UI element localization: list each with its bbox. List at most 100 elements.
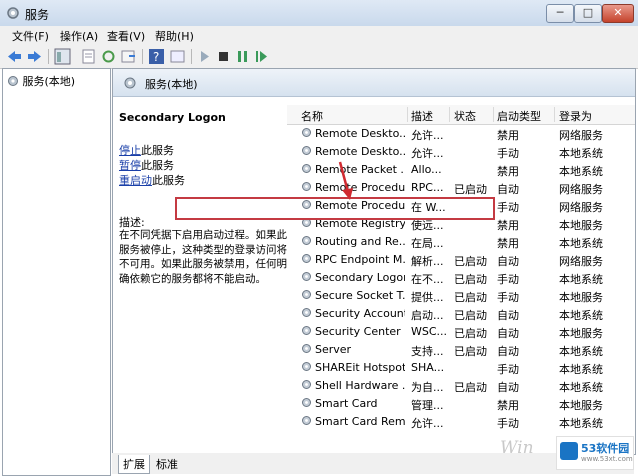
service-startup-type: 手动 [497, 417, 519, 430]
service-name: Secure Socket T... [315, 289, 405, 302]
column-header-description[interactable]: 描述 [411, 108, 433, 124]
service-name: Remote Deskto... [315, 145, 405, 158]
pane-header-label: 服务(本地) [145, 78, 198, 91]
column-header-status[interactable]: 状态 [454, 108, 476, 124]
service-startup-type: 手动 [497, 291, 519, 304]
column-header-startup-type[interactable]: 启动类型 [497, 108, 541, 124]
maximize-button[interactable]: □ [574, 4, 602, 23]
service-name: Server [315, 343, 352, 356]
service-gear-icon [302, 236, 311, 245]
service-status: 已启动 [454, 255, 487, 268]
export-list-icon[interactable] [120, 48, 137, 65]
service-log-on-as: 本地系统 [559, 309, 603, 322]
service-description: 解析... [411, 255, 444, 268]
service-description: 允许... [411, 129, 444, 142]
service-log-on-as: 网络服务 [559, 255, 603, 268]
service-startup-type: 自动 [497, 345, 519, 358]
service-row[interactable]: Smart Card 管理... 禁用 本地服务 [287, 394, 635, 412]
service-startup-type: 禁用 [497, 399, 519, 412]
service-gear-icon [302, 146, 311, 155]
services-pane: 服务(本地) Secondary Logon 停止此服务 暂停此服务 重启动此服… [112, 68, 636, 455]
service-row[interactable]: SHAREit Hotspot... SHA... 手动 本地系统 [287, 358, 635, 376]
service-row[interactable]: Secondary Logon 在不... 已启动 手动 本地系统 [287, 268, 635, 286]
menu-help[interactable]: 帮助(H) [155, 28, 194, 44]
services-gear-icon [7, 7, 19, 19]
tree-item-local-services[interactable]: 服务(本地) [7, 73, 75, 89]
service-log-on-as: 本地系统 [559, 165, 603, 178]
properties-icon[interactable] [80, 48, 97, 65]
service-log-on-as: 本地系统 [559, 237, 603, 250]
service-log-on-as: 网络服务 [559, 183, 603, 196]
service-row[interactable]: Routing and Re... 在局... 禁用 本地系统 [287, 232, 635, 250]
service-startup-type: 禁用 [497, 219, 519, 232]
service-description: 在不... [411, 273, 444, 286]
service-log-on-as: 本地系统 [559, 345, 603, 358]
window-title: 服务 [25, 8, 50, 22]
column-header-log-on-as[interactable]: 登录为 [559, 108, 592, 124]
console-tree-pane: 服务(本地) [2, 68, 111, 476]
service-name: Smart Card Rem... [315, 415, 405, 428]
forward-arrow-icon[interactable] [26, 48, 43, 65]
refresh-icon[interactable] [100, 48, 117, 65]
service-row[interactable]: Remote Deskto... 允许... 手动 本地系统 [287, 142, 635, 160]
service-log-on-as: 本地系统 [559, 381, 603, 394]
service-startup-type: 自动 [497, 327, 519, 340]
restart-service-icon[interactable] [253, 48, 270, 65]
menu-bar: 文件(F) 操作(A) 查看(V) 帮助(H) [0, 26, 638, 45]
service-log-on-as: 本地服务 [559, 291, 603, 304]
service-log-on-as: 本地服务 [559, 219, 603, 232]
show-hide-console-tree-icon[interactable] [54, 48, 71, 65]
watermark-url: www.53xt.com [581, 455, 633, 463]
service-row[interactable]: Server 支持... 已启动 自动 本地系统 [287, 340, 635, 358]
title-bar: 服务 ─ □ ✕ [0, 0, 638, 27]
back-arrow-icon[interactable] [6, 48, 23, 65]
start-service-icon[interactable] [196, 48, 213, 65]
watermark-win-text: Win [500, 438, 534, 458]
restart-service-link[interactable]: 重启动此服务 [119, 172, 185, 188]
service-log-on-as: 本地系统 [559, 417, 603, 430]
help-icon[interactable]: ? [148, 48, 165, 65]
stop-service-link[interactable]: 停止此服务 [119, 142, 174, 158]
column-headers: 名称 描述 状态 启动类型 登录为 [287, 105, 635, 125]
minimize-button[interactable]: ─ [546, 4, 574, 23]
service-startup-type: 手动 [497, 273, 519, 286]
service-row[interactable]: Smart Card Rem... 允许... 手动 本地系统 [287, 412, 635, 430]
service-row[interactable]: RPC Endpoint M... 解析... 已启动 自动 网络服务 [287, 250, 635, 268]
service-log-on-as: 本地系统 [559, 273, 603, 286]
service-description: WSC... [411, 325, 447, 338]
service-description: 在局... [411, 237, 444, 250]
service-name: Remote Deskto... [315, 127, 405, 140]
service-row[interactable]: Security Account... 启动... 已启动自动 本地系统 [287, 304, 635, 322]
stop-service-icon[interactable] [215, 48, 232, 65]
service-name: RPC Endpoint M... [315, 253, 405, 266]
service-startup-type: 禁用 [497, 237, 519, 250]
tab-standard[interactable]: 标准 [152, 455, 182, 473]
service-gear-icon [302, 308, 311, 317]
menu-action[interactable]: 操作(A) [60, 28, 98, 44]
watermark-badge-icon [560, 442, 578, 460]
tab-extended[interactable]: 扩展 [118, 455, 150, 474]
watermark-brand: 53软件园 [581, 442, 630, 455]
pause-service-link[interactable]: 暂停此服务 [119, 157, 174, 173]
service-name: Security Account... [315, 307, 405, 320]
close-button[interactable]: ✕ [602, 4, 634, 23]
service-gear-icon [302, 398, 311, 407]
service-row[interactable]: Remote Deskto... 允许... 禁用 网络服务 [287, 124, 635, 142]
service-status: 已启动 [454, 291, 487, 304]
menu-file[interactable]: 文件(F) [12, 28, 49, 44]
service-row[interactable]: Shell Hardware ... 为自... 已启动 自动 本地系统 [287, 376, 635, 394]
service-gear-icon [302, 272, 311, 281]
services-gear-icon [124, 77, 136, 89]
service-row[interactable]: Secure Socket T... 提供... 已启动 手动 本地服务 [287, 286, 635, 304]
menu-view[interactable]: 查看(V) [107, 28, 145, 44]
service-log-on-as: 本地服务 [559, 327, 603, 340]
service-status: 已启动 [454, 309, 487, 322]
view-icon[interactable] [169, 48, 186, 65]
column-header-name[interactable]: 名称 [301, 108, 323, 124]
service-description: 为自... [411, 381, 444, 394]
service-startup-type: 手动 [497, 363, 519, 376]
tree-item-label: 服务(本地) [22, 75, 76, 88]
service-row[interactable]: Security Center WSC... 已启动 自动 本地服务 [287, 322, 635, 340]
service-gear-icon [302, 182, 311, 191]
pause-service-icon[interactable] [234, 48, 251, 65]
